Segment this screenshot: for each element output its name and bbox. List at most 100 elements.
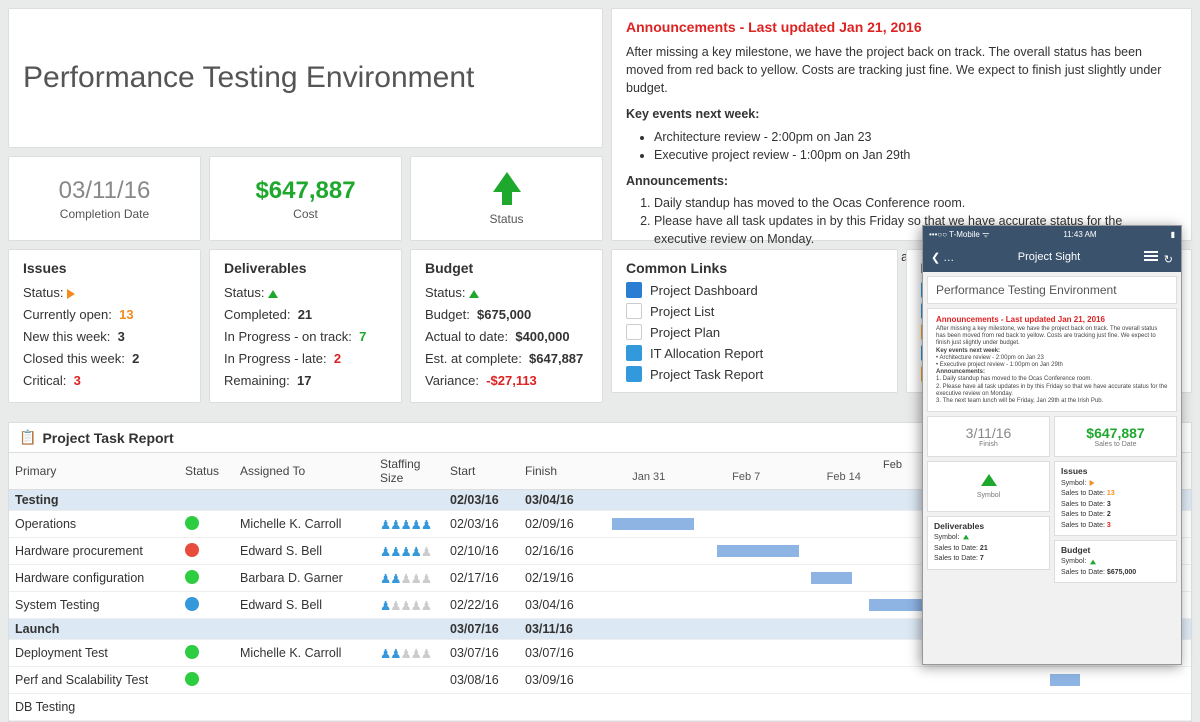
phone-ann-header: Announcements - Last updated Jan 21, 201… <box>936 315 1168 324</box>
col-assigned[interactable]: Assigned To <box>234 453 374 490</box>
file-icon <box>626 366 642 382</box>
phone-ann-text: After missing a key milestone, we have t… <box>936 326 1168 405</box>
kpi-row: 03/11/16 Completion Date $647,887 Cost S… <box>8 156 603 241</box>
status-dot-icon <box>185 672 199 686</box>
file-icon <box>626 303 642 319</box>
battery-icon: ▮ <box>1171 230 1175 239</box>
phone-nav-right: ↻ <box>1144 249 1173 266</box>
kpi-date-value: 03/11/16 <box>59 177 151 205</box>
back-button[interactable]: ❮ … <box>931 251 954 264</box>
link-item[interactable]: Project Task Report <box>626 366 883 382</box>
budget-card: Budget Status: Budget: $675,000Actual to… <box>410 249 603 403</box>
kpi-status-label: Status <box>489 212 523 226</box>
col-finish[interactable]: Finish <box>519 453 594 490</box>
phone-issues: Issues Symbol: Sales to Date: 13Sales to… <box>1054 461 1177 536</box>
stat-row: Currently open: 13 <box>23 304 186 326</box>
phone-kpi-status[interactable]: Symbol <box>927 461 1050 512</box>
phone-deliverables: Deliverables Symbol: Sales to Date: 21Sa… <box>927 516 1050 570</box>
phone-stat-line: Sales to Date: 7 <box>934 554 1043 565</box>
budget-heading: Budget <box>425 260 588 276</box>
stat-row: In Progress - on track: 7 <box>224 326 387 348</box>
kpi-cost[interactable]: $647,887 Cost <box>209 156 402 241</box>
kpi-completion-date[interactable]: 03/11/16 Completion Date <box>8 156 201 241</box>
wifi-icon: ᯤ <box>982 230 989 239</box>
stat-row: Remaining: 17 <box>224 370 387 392</box>
link-label: Project Dashboard <box>650 283 758 298</box>
timeline-date: Jan 31 <box>600 471 698 483</box>
phone-stat-line: Sales to Date: 3 <box>1061 521 1170 532</box>
phone-stat-line: Sales to Date: $675,000 <box>1061 568 1170 579</box>
ann-heading: Announcements: <box>626 172 1177 190</box>
stat-row: Actual to date: $400,000 <box>425 326 588 348</box>
metrics-row: Issues Status: Currently open: 13New thi… <box>8 249 603 403</box>
timeline-date: Feb 14 <box>795 471 893 483</box>
page-title: Performance Testing Environment <box>23 61 474 95</box>
announcement-item: Daily standup has moved to the Ocas Conf… <box>654 194 1177 212</box>
phone-statusbar: •••○○ T-Mobile ᯤ 11:43 AM ▮ <box>923 226 1181 242</box>
phone-kpi-date[interactable]: 3/11/16 Finish <box>927 416 1050 457</box>
phone-stat-line: Sales to Date: 21 <box>934 544 1043 555</box>
link-item[interactable]: IT Allocation Report <box>626 345 883 361</box>
status-dot-icon <box>185 597 199 611</box>
issues-status: Status: <box>23 282 186 304</box>
timeline-date: Feb 7 <box>698 471 796 483</box>
col-primary[interactable]: Primary <box>9 453 179 490</box>
link-label: Project Plan <box>650 325 720 340</box>
phone-stat-line: Sales to Date: 2 <box>1061 510 1170 521</box>
stat-row: Critical: 3 <box>23 370 186 392</box>
task-row[interactable]: DB Testing <box>9 694 1191 721</box>
task-row[interactable]: Perf and Scalability Test03/08/1603/09/1… <box>9 667 1191 694</box>
phone-stat-line: Symbol: <box>1061 478 1170 489</box>
status-dot-icon <box>185 516 199 530</box>
report-icon: 📋 <box>19 429 36 446</box>
file-icon <box>626 324 642 340</box>
col-status[interactable]: Status <box>179 453 234 490</box>
deliverables-card: Deliverables Status: Completed: 21In Pro… <box>209 249 402 403</box>
phone-budget: Budget Symbol: Sales to Date: $675,000 <box>1054 540 1177 583</box>
phone-time: 11:43 AM <box>1063 230 1096 239</box>
issues-card: Issues Status: Currently open: 13New thi… <box>8 249 201 403</box>
phone-stat-line: Symbol: <box>1061 557 1170 568</box>
events-heading: Key events next week: <box>626 105 1177 123</box>
events-list: Architecture review - 2:00pm on Jan 23Ex… <box>654 128 1177 164</box>
common-links-list: Project Dashboard Project List Project Pla… <box>626 282 883 382</box>
event-item: Architecture review - 2:00pm on Jan 23 <box>654 128 1177 146</box>
link-item[interactable]: Project Dashboard <box>626 282 883 298</box>
phone-body[interactable]: Performance Testing Environment Announce… <box>923 272 1181 664</box>
phone-stat-line: Sales to Date: 3 <box>1061 500 1170 511</box>
phone-kpi-row: 3/11/16 Finish $647,887 Sales to Date <box>927 416 1177 457</box>
phone-stat-line: Sales to Date: 13 <box>1061 489 1170 500</box>
file-icon <box>626 282 642 298</box>
link-item[interactable]: Project List <box>626 303 883 319</box>
col-start[interactable]: Start <box>444 453 519 490</box>
stat-row: Est. at complete: $647,887 <box>425 348 588 370</box>
file-icon <box>626 345 642 361</box>
arrow-right-icon <box>67 289 75 299</box>
stat-row: Budget: $675,000 <box>425 304 588 326</box>
phone-navbar: ❮ … Project Sight ↻ <box>923 242 1181 272</box>
arrow-up-icon <box>493 172 521 192</box>
stat-row: In Progress - late: 2 <box>224 348 387 370</box>
kpi-status[interactable]: Status <box>410 156 603 241</box>
announcements-paragraph: After missing a key milestone, we have t… <box>626 45 1161 95</box>
kpi-cost-value: $647,887 <box>255 177 355 205</box>
phone-stat-line: Symbol: <box>934 533 1043 544</box>
link-label: Project Task Report <box>650 367 763 382</box>
phone-title: Performance Testing Environment <box>936 283 1168 297</box>
issues-heading: Issues <box>23 260 186 276</box>
deliverables-heading: Deliverables <box>224 260 387 276</box>
menu-icon[interactable] <box>1144 249 1158 263</box>
gantt-bar <box>600 697 1185 717</box>
col-staffing[interactable]: Staffing Size <box>374 453 444 490</box>
link-label: IT Allocation Report <box>650 346 763 361</box>
arrow-up-icon <box>469 290 479 298</box>
common-links-card: Common Links Project DashboardProject Li… <box>611 249 898 393</box>
dashboard-page: Performance Testing Environment 03/11/16… <box>0 0 1200 670</box>
phone-kpi-cost[interactable]: $647,887 Sales to Date <box>1054 416 1177 457</box>
mobile-preview: •••○○ T-Mobile ᯤ 11:43 AM ▮ ❮ … Project … <box>922 225 1182 665</box>
kpi-cost-label: Cost <box>293 207 318 221</box>
title-card: Performance Testing Environment <box>8 8 603 148</box>
budget-status: Status: <box>425 282 588 304</box>
link-item[interactable]: Project Plan <box>626 324 883 340</box>
refresh-icon[interactable]: ↻ <box>1164 254 1173 266</box>
